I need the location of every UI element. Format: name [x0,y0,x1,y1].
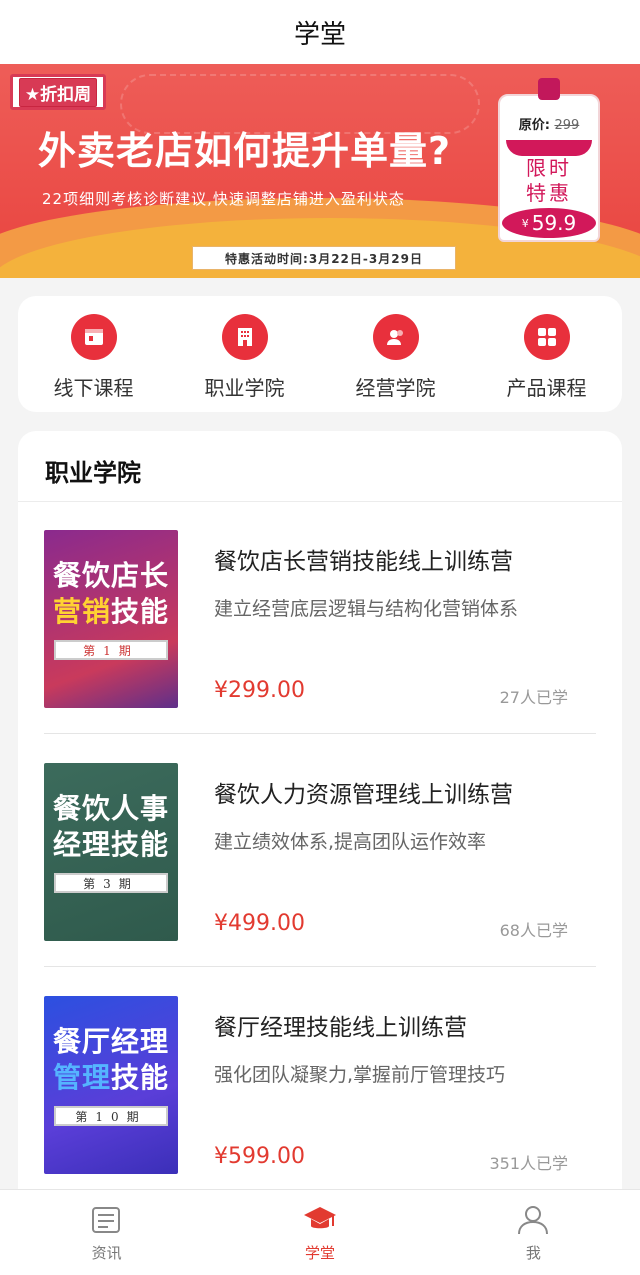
promo-date-label: 特惠活动时间: [225,251,309,266]
price-tag-hole [538,78,560,100]
divider [44,966,596,967]
banner-subline: 22项细则考核诊断建议,快速调整店铺进入盈利状态 [42,190,405,208]
offer-price: ¥ 59.9 [502,208,596,238]
original-price-value: 299 [554,118,580,133]
course-cover: 餐饮店长 营销技能 第1期 [44,530,178,708]
product-grid-icon [523,314,570,360]
cover-title-rest: 经理技能 [52,828,169,861]
user-icon [518,1206,549,1235]
promo-date-bar: 特惠活动时间: 3月22日-3月29日 [192,246,456,270]
original-price: 原价: 299 [500,114,598,133]
page-title: 学堂 [293,19,346,50]
course-desc: 强化团队凝聚力,掌握前厅管理技巧 [214,1064,506,1086]
offer-price-currency: ¥ [521,216,529,230]
price-tag-band [506,140,592,156]
section-title: 职业学院 [45,459,141,487]
course-cover: 餐饮人事 经理技能 第3期 [44,763,178,941]
cover-title-rest: 技能 [111,595,170,628]
limited-offer-line1: 限时 [526,156,572,180]
vocational-college-section: 职业学院 餐饮店长 营销技能 第1期 餐饮店长营销技能线上训练营 建立经营底层逻… [18,431,622,1211]
category-offline-course[interactable]: 线下课程 [18,296,169,412]
course-price: ¥499.00 [214,911,305,936]
category-label: 职业学院 [204,376,285,400]
cover-title-line2: 管理技能 [44,1056,178,1096]
course-name: 餐饮人力资源管理线上训练营 [214,782,513,808]
tab-label: 资讯 [91,1244,122,1262]
offline-course-icon [70,314,117,360]
cover-title-line1: 餐饮店长 [52,559,169,592]
top-bar: 学堂 [0,0,640,64]
tab-me[interactable]: 我 [427,1190,640,1275]
cover-highlight: 营销 [52,595,111,628]
course-item[interactable]: 餐饮人事 经理技能 第3期 餐饮人力资源管理线上训练营 建立绩效体系,提高团队运… [44,735,596,967]
cover-title-line1: 餐厅经理 [52,1025,169,1058]
original-price-label: 原价: [518,118,550,133]
course-name: 餐饮店长营销技能线上训练营 [214,549,513,575]
category-label: 产品课程 [506,376,587,400]
cover-period: 第3期 [54,873,168,893]
category-label: 线下课程 [53,376,134,400]
tab-label: 学堂 [304,1244,335,1262]
limited-offer-line2: 特惠 [526,181,572,205]
cover-title-line2: 经理技能 [44,823,178,863]
course-item[interactable]: 餐饮店长 营销技能 第1期 餐饮店长营销技能线上训练营 建立经营底层逻辑与结构化… [44,502,596,734]
category-nav: 线下课程 职业学院 经营学院 产品课程 [18,296,622,412]
course-price: ¥599.00 [214,1144,305,1169]
divider [44,733,596,734]
cover-period: 第10期 [54,1106,168,1126]
graduation-cap-icon [303,1207,336,1229]
category-business-college[interactable]: 经营学院 [320,296,471,412]
category-label: 经营学院 [355,376,436,400]
bottom-tab-bar: 资讯 学堂 我 [0,1189,640,1275]
price-tag: 原价: 299 限时 特惠 ¥ 59.9 [498,78,600,242]
cover-highlight: 管理 [52,1061,111,1094]
cover-title-rest: 技能 [111,1061,170,1094]
news-icon [91,1207,120,1233]
limited-offer-text: 限时 特惠 [500,156,598,206]
course-cover: 餐厅经理 管理技能 第10期 [44,996,178,1174]
category-vocational-college[interactable]: 职业学院 [169,296,320,412]
offer-price-value: 59.9 [531,211,577,235]
course-learners: 68人已学 [499,921,568,940]
course-item[interactable]: 餐厅经理 管理技能 第10期 餐厅经理技能线上训练营 强化团队凝聚力,掌握前厅管… [44,968,596,1200]
banner-headline: 外卖老店如何提升单量? [38,129,452,173]
star-icon: ★ [24,84,41,105]
course-desc: 建立绩效体系,提高团队运作效率 [214,831,487,853]
cover-title-line2: 营销技能 [44,590,178,630]
discount-week-label: 折扣周 [40,84,92,105]
category-product-course[interactable]: 产品课程 [471,296,622,412]
tab-label: 我 [525,1244,541,1262]
course-name: 餐厅经理技能线上训练营 [214,1015,467,1041]
promo-date-range: 3月22日-3月29日 [308,251,423,266]
course-learners: 27人已学 [499,688,568,707]
cover-title-line1: 餐饮人事 [52,792,169,825]
promo-banner[interactable]: ★折扣周 外卖老店如何提升单量? 22项细则考核诊断建议,快速调整店铺进入盈利状… [0,64,640,278]
course-price: ¥299.00 [214,678,305,703]
building-icon [221,314,268,360]
tab-school[interactable]: 学堂 [213,1190,426,1275]
course-learners: 351人已学 [489,1154,568,1173]
users-icon [372,314,419,360]
tab-news[interactable]: 资讯 [0,1190,213,1275]
course-desc: 建立经营底层逻辑与结构化营销体系 [214,598,519,620]
discount-week-tag: ★折扣周 [10,74,106,110]
cover-period: 第1期 [54,640,168,660]
